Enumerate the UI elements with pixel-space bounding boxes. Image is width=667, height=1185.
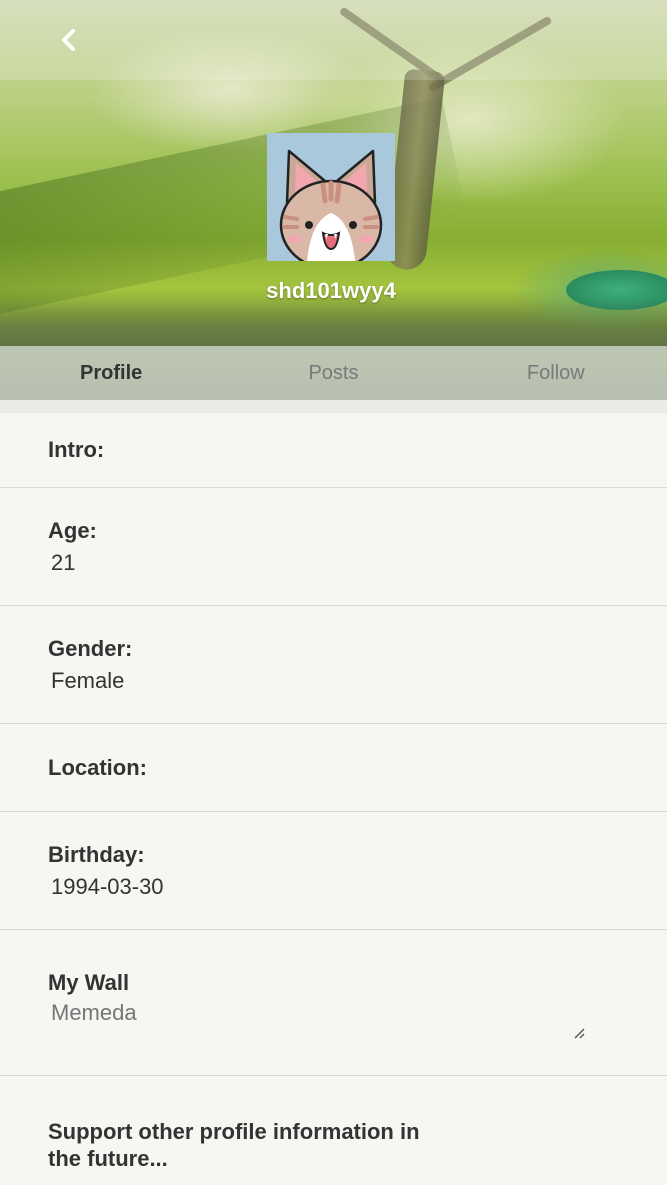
username: shd101wyy4 xyxy=(266,278,396,303)
section-divider xyxy=(0,400,667,413)
birthday-value: 1994-03-30 xyxy=(51,873,164,899)
birthday-field: Birthday: 1994-03-30 xyxy=(0,812,667,930)
age-label: Age: xyxy=(48,517,97,543)
wall-textarea[interactable] xyxy=(48,1000,588,1060)
wall-field: My Wall xyxy=(0,930,667,1076)
intro-field: Intro: xyxy=(0,413,667,488)
location-label: Location: xyxy=(48,754,147,780)
top-bar xyxy=(0,0,667,80)
back-button[interactable] xyxy=(50,22,86,58)
tab-follow[interactable]: Follow xyxy=(445,346,667,400)
age-field: Age: 21 xyxy=(0,488,667,606)
chevron-left-icon xyxy=(62,29,75,51)
location-field: Location: xyxy=(0,724,667,812)
resize-handle-icon[interactable] xyxy=(572,1026,586,1040)
intro-label: Intro: xyxy=(48,437,105,462)
profile-tabs: Profile Posts Follow xyxy=(0,346,667,400)
gender-field: Gender: Female xyxy=(0,606,667,724)
tab-posts[interactable]: Posts xyxy=(222,346,444,400)
tab-profile[interactable]: Profile xyxy=(0,346,222,400)
profile-cover: shd101wyy4 Profile Posts Follow xyxy=(0,0,667,400)
future-info-note: Support other profile information in the… xyxy=(48,1119,420,1171)
gender-label: Gender: xyxy=(48,635,133,661)
wall-label: My Wall xyxy=(48,970,130,995)
cover-rocks xyxy=(0,300,667,350)
gender-value: Female xyxy=(51,667,125,693)
birthday-label: Birthday: xyxy=(48,841,145,867)
cat-avatar-icon xyxy=(267,133,395,261)
avatar[interactable] xyxy=(267,133,395,261)
age-value: 21 xyxy=(51,549,76,575)
